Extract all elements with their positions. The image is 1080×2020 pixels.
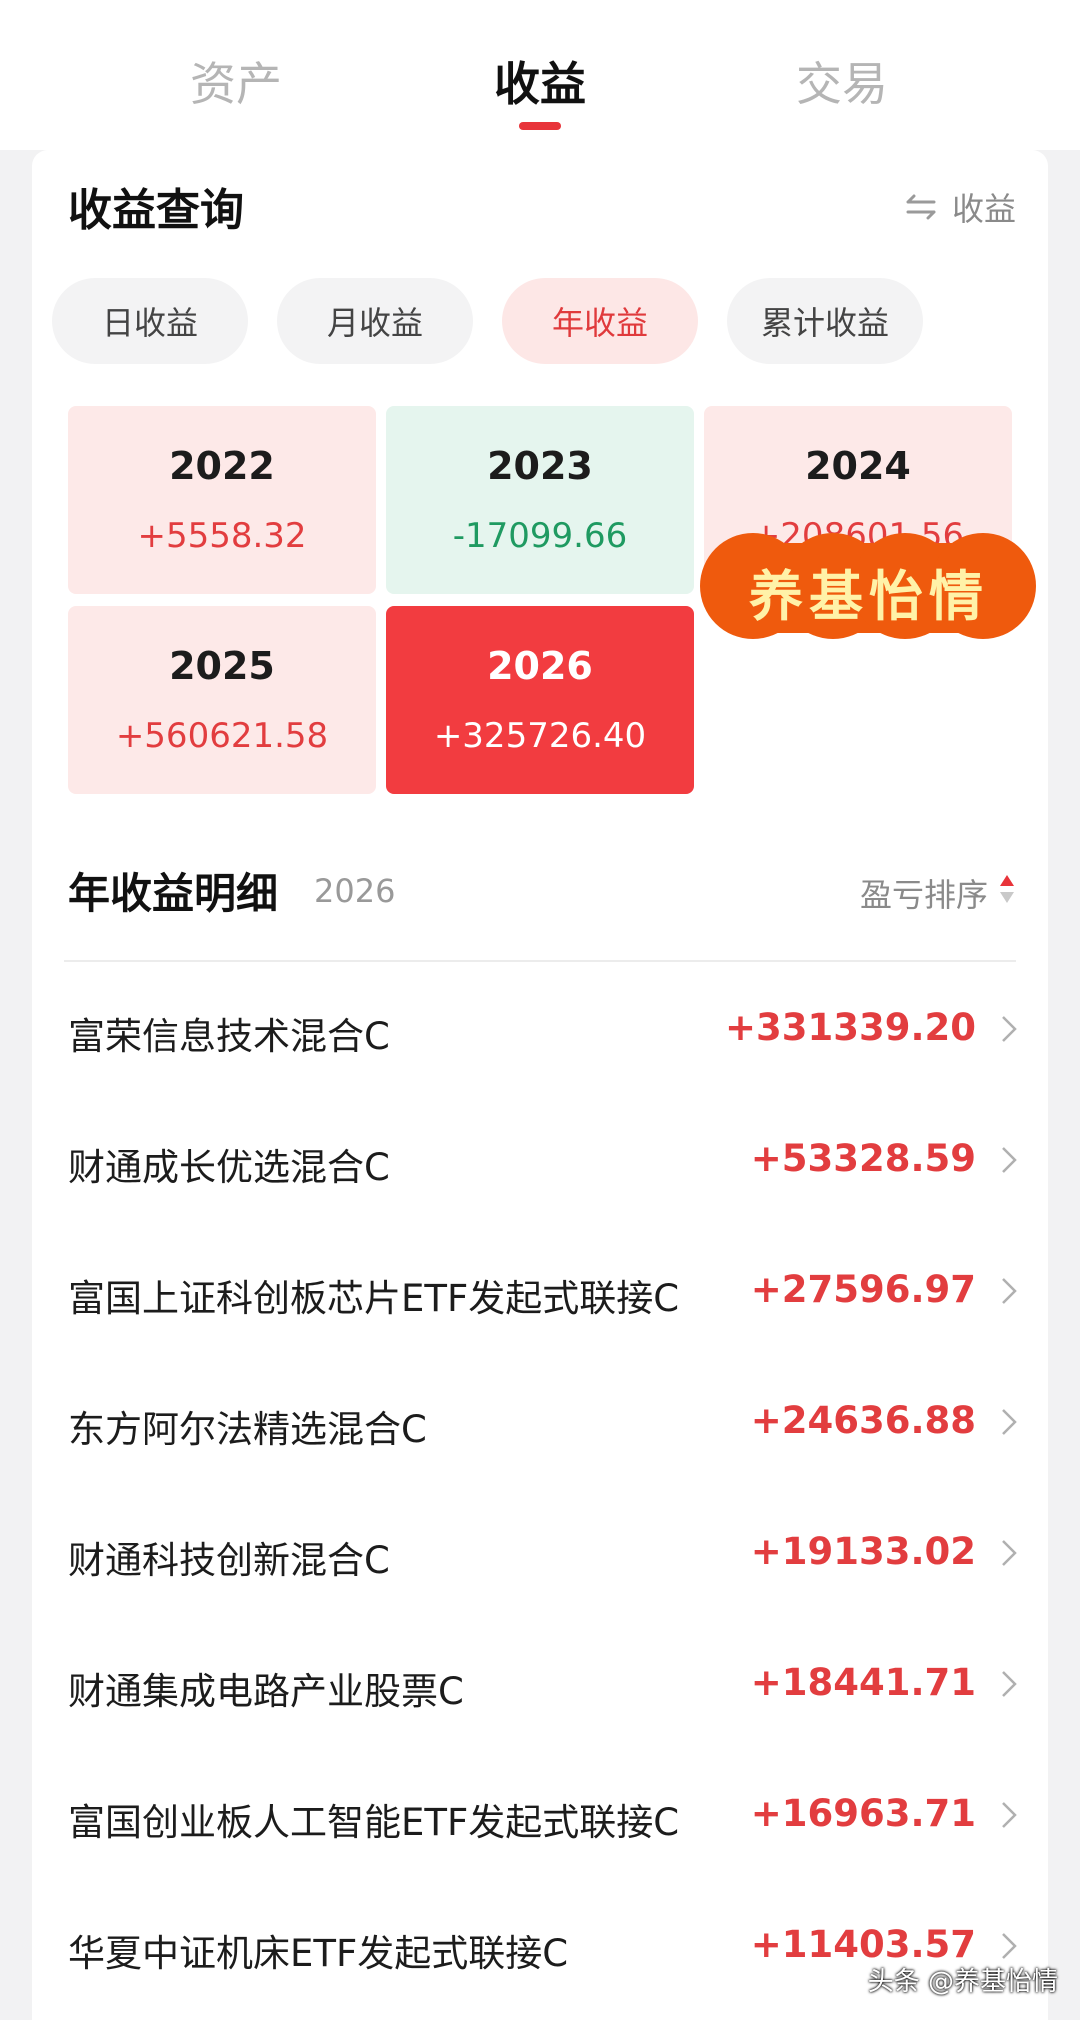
tab-transactions[interactable]: 交易 bbox=[742, 48, 942, 114]
tab-assets[interactable]: 资产 bbox=[136, 48, 336, 114]
chevron-right-icon bbox=[1002, 1278, 1017, 1304]
chip-yearly[interactable]: 年收益 bbox=[502, 278, 698, 364]
chevron-right-icon bbox=[1002, 1147, 1017, 1173]
chevron-right-icon bbox=[1002, 1540, 1017, 1566]
fund-amount: +11403.57 bbox=[750, 1923, 976, 1966]
earnings-switch-button[interactable]: 收益 bbox=[904, 184, 1016, 230]
fund-amount: +18441.71 bbox=[750, 1661, 976, 1704]
year-label: 2025 bbox=[169, 644, 275, 688]
detail-year: 2026 bbox=[314, 872, 396, 910]
fund-row[interactable]: 富国上证科创板芯片ETF发起式联接C +27596.97 bbox=[32, 1226, 1048, 1357]
chevron-right-icon bbox=[1002, 1409, 1017, 1435]
earnings-card: 收益查询 收益 日收益 月收益 年收益 累计收益 2022 +5558.32 2… bbox=[32, 150, 1048, 2020]
fund-row[interactable]: 富荣信息技术混合C +331339.20 bbox=[32, 964, 1048, 1095]
year-value: +325726.40 bbox=[433, 716, 647, 756]
chip-monthly[interactable]: 月收益 bbox=[277, 278, 473, 364]
fund-name: 财通集成电路产业股票C bbox=[68, 1670, 464, 1713]
fund-name: 财通成长优选混合C bbox=[68, 1146, 390, 1189]
year-label: 2026 bbox=[487, 644, 593, 688]
year-card-2025[interactable]: 2025 +560621.58 bbox=[68, 606, 376, 794]
section-title: 收益查询 bbox=[68, 185, 244, 236]
chevron-right-icon bbox=[1002, 1671, 1017, 1697]
sort-label: 盈亏排序 bbox=[859, 876, 988, 914]
fund-name: 富国上证科创板芯片ETF发起式联接C bbox=[68, 1277, 680, 1320]
fund-row[interactable]: 财通集成电路产业股票C +18441.71 bbox=[32, 1619, 1048, 1750]
fund-amount: +27596.97 bbox=[750, 1268, 976, 1311]
fund-name: 东方阿尔法精选混合C bbox=[68, 1408, 427, 1451]
fund-amount: +53328.59 bbox=[750, 1137, 976, 1180]
top-tab-bar: 资产 收益 交易 bbox=[0, 0, 1080, 150]
fund-name: 富荣信息技术混合C bbox=[68, 1015, 390, 1058]
year-label: 2022 bbox=[169, 444, 275, 488]
fund-name: 富国创业板人工智能ETF发起式联接C bbox=[68, 1801, 680, 1844]
year-card-2026[interactable]: 2026 +325726.40 bbox=[386, 606, 694, 794]
stamp-text: 养基怡情 bbox=[749, 564, 989, 628]
fund-row[interactable]: 富国创业板人工智能ETF发起式联接C +16963.71 bbox=[32, 1750, 1048, 1881]
switch-label: 收益 bbox=[951, 190, 1016, 228]
fund-name: 财通科技创新混合C bbox=[68, 1539, 390, 1582]
fund-name: 华夏中证机床ETF发起式联接C bbox=[68, 1932, 569, 1975]
chevron-right-icon bbox=[1002, 1802, 1017, 1828]
chevron-right-icon bbox=[1002, 1933, 1017, 1959]
year-value: +560621.58 bbox=[115, 716, 329, 756]
sort-arrows-icon bbox=[998, 873, 1016, 913]
fund-amount: +24636.88 bbox=[750, 1399, 976, 1442]
year-card-2023[interactable]: 2023 -17099.66 bbox=[386, 406, 694, 594]
year-label: 2024 bbox=[805, 444, 911, 488]
fund-amount: +16963.71 bbox=[750, 1792, 976, 1835]
sort-button[interactable]: 盈亏排序 bbox=[860, 870, 1016, 916]
fund-row[interactable]: 东方阿尔法精选混合C +24636.88 bbox=[32, 1357, 1048, 1488]
chevron-right-icon bbox=[1002, 1016, 1017, 1042]
divider bbox=[64, 960, 1016, 962]
chip-cumulative[interactable]: 累计收益 bbox=[727, 278, 923, 364]
fund-row[interactable]: 财通科技创新混合C +19133.02 bbox=[32, 1488, 1048, 1619]
fund-amount: +331339.20 bbox=[724, 1006, 976, 1049]
watermark: 头条 @养基怡情 bbox=[867, 1967, 1058, 1997]
year-label: 2023 bbox=[487, 444, 593, 488]
stamp-logo: 养基怡情 bbox=[700, 533, 1038, 643]
year-card-2022[interactable]: 2022 +5558.32 bbox=[68, 406, 376, 594]
detail-title: 年收益明细 bbox=[68, 869, 279, 918]
fund-amount: +19133.02 bbox=[750, 1530, 976, 1573]
active-tab-indicator bbox=[519, 122, 561, 130]
tab-earnings[interactable]: 收益 bbox=[440, 48, 640, 114]
swap-icon bbox=[904, 194, 938, 220]
fund-row[interactable]: 财通成长优选混合C +53328.59 bbox=[32, 1095, 1048, 1226]
chip-daily[interactable]: 日收益 bbox=[52, 278, 248, 364]
year-value: -17099.66 bbox=[452, 516, 628, 556]
year-value: +5558.32 bbox=[137, 516, 307, 556]
